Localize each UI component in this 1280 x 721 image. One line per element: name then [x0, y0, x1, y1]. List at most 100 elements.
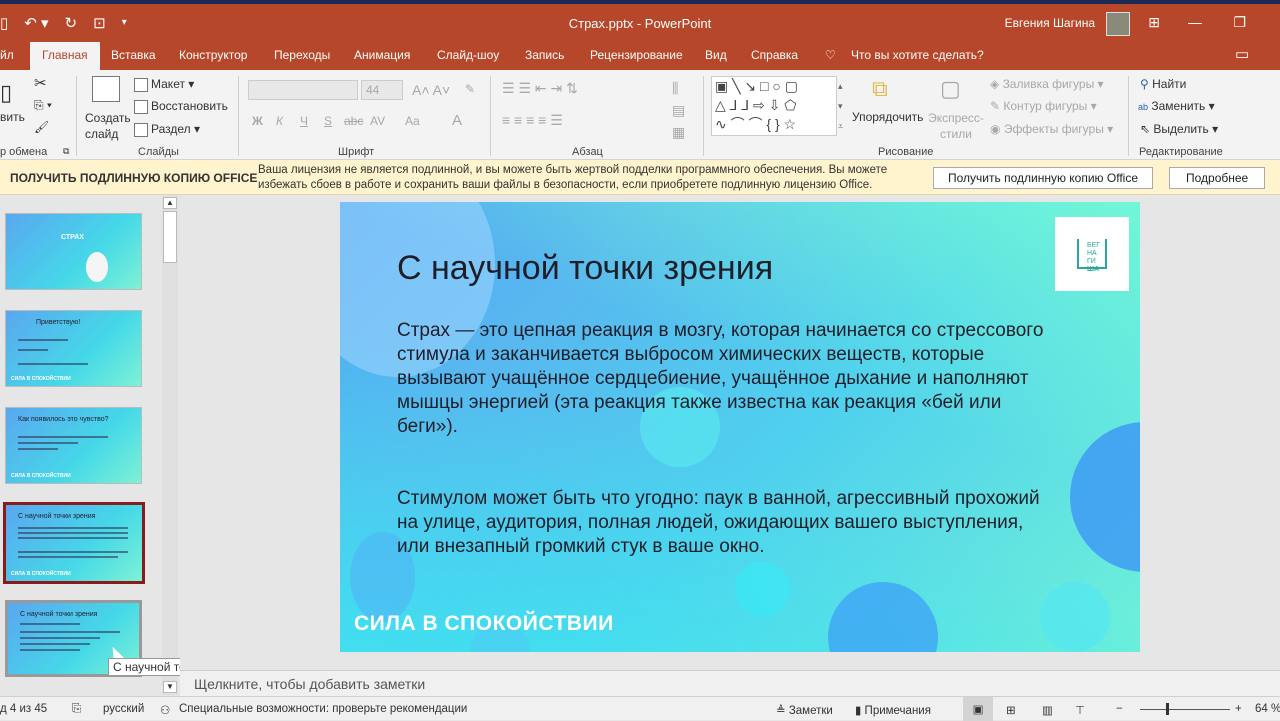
tab-record[interactable]: Запись — [525, 48, 564, 62]
thumbnails-scrollbar[interactable]: ▲ ▼ — [162, 195, 178, 695]
zoom-out-icon[interactable]: − — [1116, 703, 1123, 715]
quick-styles-icon[interactable]: ▢ — [940, 76, 961, 102]
normal-view-icon[interactable]: ▣ — [963, 697, 993, 721]
shape-fill-button[interactable]: ◈ Заливка фигуры ▾ — [990, 77, 1104, 91]
photo — [86, 252, 108, 282]
tab-design[interactable]: Конструктор — [179, 48, 247, 62]
tab-animations[interactable]: Анимация — [354, 48, 410, 62]
new-slide-icon[interactable] — [92, 76, 120, 102]
ribbon: ▯ вить ✂ ⎘ ▾ 🖌 р обмена ⧉ Создать слайд … — [0, 70, 1280, 160]
accessibility-icon[interactable]: ⚇ — [160, 703, 170, 717]
slide-paragraph-2[interactable]: Стимулом может быть что угодно: паук в в… — [397, 487, 1057, 559]
comments-button[interactable]: ▮ Примечания — [855, 703, 931, 717]
decor-circle — [1070, 422, 1140, 572]
char-spacing-button[interactable]: AV — [370, 114, 385, 128]
tab-transitions[interactable]: Переходы — [274, 48, 330, 62]
language[interactable]: русский — [103, 703, 144, 715]
arrange-button[interactable]: Упорядочить — [852, 110, 923, 124]
notes-button[interactable]: ≜ Заметки — [776, 703, 833, 717]
notes-pane[interactable]: Щелкните, чтобы добавить заметки — [180, 670, 1280, 696]
zoom-level[interactable]: 64 % — [1255, 703, 1280, 715]
slide-thumbnails-pane: СТРАХ Приветствую! СИЛА В СПОКОЙСТВИИ Ка… — [0, 195, 180, 695]
tab-help[interactable]: Справка — [751, 48, 798, 62]
select-button[interactable]: ⇖ Выделить ▾ — [1140, 122, 1218, 136]
zoom-slider-thumb[interactable] — [1166, 703, 1169, 715]
tab-file[interactable]: йл — [0, 48, 14, 62]
font-name-select[interactable] — [248, 80, 358, 100]
grow-font-icon[interactable]: A˄ A˅ — [412, 82, 450, 98]
tab-slideshow[interactable]: Слайд-шоу — [437, 48, 499, 62]
quick-styles-button[interactable]: Экспресс-стили — [926, 110, 986, 142]
shape-effects-button[interactable]: ◉ Эффекты фигуры ▾ — [990, 122, 1113, 136]
italic-button[interactable]: К — [276, 114, 283, 128]
tab-review[interactable]: Рецензирование — [590, 48, 683, 62]
font-size-select[interactable]: 44 — [361, 80, 403, 100]
reading-view-icon[interactable]: ▥ — [1042, 703, 1053, 717]
tab-home[interactable]: Главная — [30, 42, 100, 70]
avatar[interactable] — [1106, 12, 1130, 36]
tab-insert[interactable]: Вставка — [111, 48, 156, 62]
layout-button[interactable]: Макет ▾ — [134, 77, 194, 92]
change-case-button[interactable]: Aa — [405, 114, 420, 128]
strikethrough-button[interactable]: abc — [344, 114, 363, 128]
spellcheck-icon[interactable]: ⎘ — [72, 703, 81, 716]
format-painter-icon[interactable]: 🖌 — [34, 120, 49, 134]
get-genuine-button[interactable]: Получить подлинную копию Office — [933, 167, 1153, 189]
tell-me-search[interactable]: Что вы хотите сделать? — [851, 48, 984, 62]
paste-icon[interactable]: ▯ — [0, 80, 12, 106]
ribbon-display-icon[interactable]: ⊞ — [1148, 14, 1160, 31]
current-slide[interactable]: БЕГ НА ГИ ША С научной точки зрения Страх —… — [340, 202, 1140, 652]
notes-placeholder[interactable]: Щелкните, чтобы добавить заметки — [194, 676, 425, 692]
accessibility-status[interactable]: Специальные возможности: проверьте реком… — [179, 703, 467, 715]
shapes-gallery[interactable]: ▣ ╲ ↘ □ ○ ▢ △ ⅃ ⅃ ⇨ ⇩ ⬠ ∿ ⌒ ⌒ { } ☆ — [711, 76, 837, 136]
copy-icon[interactable]: ⎘ ▾ — [34, 98, 52, 113]
learn-more-button[interactable]: Подробнее — [1169, 167, 1266, 189]
tab-view[interactable]: Вид — [705, 48, 727, 62]
slide-thumbnail-1[interactable]: СТРАХ — [5, 213, 142, 290]
notes-icon: ≜ — [776, 705, 786, 717]
user-name[interactable]: Евгения Шагина — [1005, 16, 1095, 30]
slide-sorter-icon[interactable]: ⊞ — [1006, 703, 1016, 717]
paste-button[interactable]: вить — [0, 110, 25, 124]
comment-icon: ▮ — [855, 705, 862, 717]
slide-footer[interactable]: СИЛА В СПОКОЙСТВИИ — [354, 612, 614, 636]
cut-icon[interactable]: ✂ — [34, 74, 47, 92]
bullets-icon[interactable]: ☰ ☰ ⇤ ⇥ ⇅ — [502, 80, 578, 97]
lightbulb-icon: ♡ — [825, 48, 836, 62]
new-slide-button[interactable]: Создать слайд — [85, 110, 131, 142]
slide-paragraph-1[interactable]: Страх — это цепная реакция в мозгу, кото… — [397, 319, 1057, 439]
slide-thumbnail-3[interactable]: Как появилось это чувство? СИЛА В СПОКОЙ… — [5, 407, 142, 484]
slide-title[interactable]: С научной точки зрения — [397, 249, 773, 288]
replace-button[interactable]: ab Заменить ▾ — [1138, 99, 1215, 113]
shape-outline-button[interactable]: ✎ Контур фигуры ▾ — [990, 99, 1097, 113]
align-icons[interactable]: ≡ ≡ ≡ ≡ ☰ — [502, 112, 563, 129]
scroll-up-icon[interactable]: ▲ — [163, 197, 177, 209]
font-color-button[interactable]: A — [452, 112, 462, 129]
slide-thumbnail-2[interactable]: Приветствую! СИЛА В СПОКОЙСТВИИ — [5, 310, 142, 387]
slideshow-icon[interactable]: ⊤ — [1075, 703, 1085, 717]
smartart-icon[interactable]: ▦ — [672, 124, 685, 141]
shapes-scroll[interactable]: ▴ ▾ ⩡ — [838, 76, 843, 136]
dialog-launcher-icon[interactable]: ⧉ — [63, 146, 69, 157]
scroll-down-icon[interactable]: ▼ — [163, 681, 177, 693]
underline-button[interactable]: Ч — [300, 114, 308, 128]
slides-group-label: Слайды — [138, 146, 179, 158]
shadow-button[interactable]: S — [324, 114, 332, 128]
minimize-icon[interactable]: — — [1188, 14, 1202, 30]
align-text-icon[interactable]: ▤ — [672, 102, 685, 119]
arrange-icon[interactable]: ⧉ — [872, 76, 888, 102]
find-button[interactable]: ⚲ Найти — [1140, 77, 1186, 91]
zoom-in-icon[interactable]: + — [1235, 703, 1242, 715]
restore-icon[interactable]: ❐ — [1233, 14, 1246, 31]
section-button[interactable]: Раздел ▾ — [134, 122, 200, 137]
comments-icon[interactable]: ▭ — [1235, 45, 1249, 63]
bold-button[interactable]: Ж — [252, 114, 263, 128]
title-bar: ▯ ↶ ▾ ↻ ⊡ ▾ Страх.pptx - PowerPoint Евге… — [0, 0, 1280, 40]
reset-button[interactable]: Восстановить — [134, 99, 228, 114]
scrollbar-thumb[interactable] — [163, 211, 177, 263]
clear-format-icon[interactable]: ✎ — [465, 82, 475, 96]
text-direction-icon[interactable]: ⫼ — [672, 80, 678, 97]
slide-thumbnail-4[interactable]: С научной точки зрения СИЛА В СПОКОЙСТВИ… — [3, 502, 145, 584]
slide-counter: д 4 из 45 — [0, 703, 48, 715]
zoom-slider[interactable] — [1140, 709, 1230, 710]
